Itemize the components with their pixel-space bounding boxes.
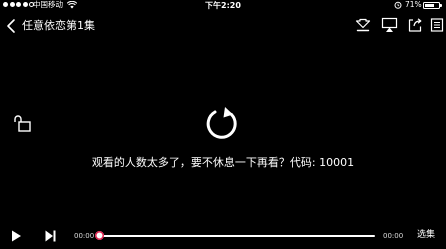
episodes-button[interactable]: 选集 xyxy=(417,229,435,242)
battery-icon xyxy=(423,2,440,9)
status-time: 下午2:20 xyxy=(205,1,241,10)
alarm-icon xyxy=(394,1,402,9)
battery-percent: 71% xyxy=(405,0,422,9)
next-episode-icon[interactable] xyxy=(44,229,57,243)
progress-thumb[interactable] xyxy=(95,231,104,240)
reload-icon[interactable] xyxy=(203,105,241,143)
airplay-icon[interactable] xyxy=(381,17,398,33)
play-icon[interactable] xyxy=(10,229,22,243)
status-bar: 中国移动 下午2:20 71% xyxy=(0,0,446,12)
share-icon[interactable] xyxy=(407,17,423,33)
download-icon[interactable] xyxy=(355,17,371,33)
total-time: 00:00 xyxy=(383,232,404,240)
back-icon[interactable] xyxy=(6,18,16,34)
battery-level xyxy=(425,4,435,7)
error-message: 观看的人数太多了，要不休息一下再看？代码: 10001 xyxy=(91,156,355,169)
more-icon[interactable] xyxy=(430,17,444,33)
unlock-icon[interactable] xyxy=(12,114,32,132)
progress-bar[interactable] xyxy=(98,235,375,237)
battery-cap xyxy=(440,4,442,7)
current-time: 00:00 xyxy=(74,232,95,240)
video-title: 任意依恋第1集 xyxy=(22,19,95,32)
